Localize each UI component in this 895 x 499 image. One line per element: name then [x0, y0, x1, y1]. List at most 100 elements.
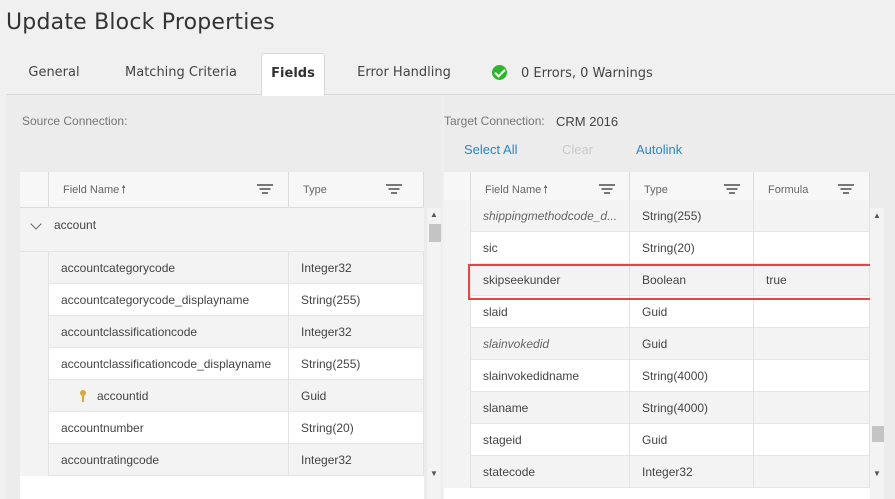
formula-cell[interactable]	[754, 424, 870, 456]
sort-arrow-icon[interactable]: 🠕	[543, 184, 548, 196]
field-type-cell: Integer32	[630, 456, 754, 488]
field-name-cell: accountcategorycode_displayname	[49, 284, 289, 316]
source-scrollbar[interactable]: ▲ ▼	[427, 208, 441, 499]
source-field-row[interactable]: accountclassificationcode_displayname Str…	[20, 348, 424, 380]
target-field-row[interactable]: stageid Guid	[444, 424, 870, 456]
source-field-row[interactable]: accountcategorycode_displayname String(25…	[20, 284, 424, 316]
field-name-cell: accountclassificationcode	[49, 316, 289, 348]
field-type-cell: String(255)	[289, 348, 424, 380]
autolink-link[interactable]: Autolink	[636, 142, 682, 157]
select-all-link[interactable]: Select All	[464, 142, 517, 157]
tab-general[interactable]: General	[6, 53, 102, 95]
formula-cell[interactable]	[754, 232, 870, 264]
formula-cell[interactable]	[754, 392, 870, 424]
formula-cell[interactable]	[754, 360, 870, 392]
field-type-cell: String(20)	[289, 412, 424, 444]
clear-link[interactable]: Clear	[562, 142, 593, 157]
group-row-account[interactable]: account	[20, 208, 424, 252]
row-gutter	[20, 412, 49, 444]
field-type-cell: String(255)	[289, 284, 424, 316]
source-connection-label: Source Connection:	[22, 114, 128, 128]
scroll-thumb[interactable]	[872, 426, 884, 442]
check-circle-icon	[492, 65, 507, 80]
source-field-row[interactable]: accountnumber String(20)	[20, 412, 424, 444]
source-field-row[interactable]: accountclassificationcode Integer32	[20, 316, 424, 348]
filter-icon[interactable]	[257, 184, 273, 195]
filter-icon[interactable]	[386, 184, 402, 195]
target-header-field-name-label: Field Name	[485, 184, 542, 196]
row-gutter	[444, 392, 471, 424]
formula-cell[interactable]	[754, 296, 870, 328]
filter-icon[interactable]	[599, 184, 615, 195]
scroll-up-arrow-icon[interactable]: ▲	[427, 210, 441, 220]
field-type-cell: String(4000)	[630, 392, 754, 424]
sort-arrow-icon[interactable]: 🠕	[121, 184, 126, 196]
scroll-thumb[interactable]	[429, 224, 441, 242]
row-gutter	[444, 264, 471, 296]
target-fields-grid: Field Name 🠕 Type Formula shippingmethodc…	[444, 172, 870, 499]
row-gutter	[444, 360, 471, 392]
field-name-text: accountclassificationcode_displayname	[61, 357, 272, 371]
scroll-up-arrow-icon[interactable]: ▲	[870, 211, 884, 221]
filter-icon[interactable]	[838, 184, 854, 195]
target-panel: Target Connection: CRM 2016 Select All C…	[444, 96, 895, 499]
source-header-field-name[interactable]: Field Name 🠕	[49, 172, 289, 208]
row-gutter	[444, 200, 471, 232]
field-type-cell: Guid	[630, 424, 754, 456]
chevron-down-icon[interactable]	[30, 218, 42, 230]
field-type-cell: Integer32	[289, 316, 424, 348]
scroll-down-arrow-icon[interactable]: ▼	[870, 469, 884, 479]
target-scrollbar[interactable]: ▲ ▼	[870, 208, 884, 499]
field-name-cell: accountnumber	[49, 412, 289, 444]
scroll-down-arrow-icon[interactable]: ▼	[427, 469, 441, 479]
target-field-row[interactable]: shippingmethodcode_d... String(255)	[444, 200, 870, 232]
target-field-row[interactable]: slaid Guid	[444, 296, 870, 328]
target-field-row[interactable]: statecode Integer32	[444, 456, 870, 488]
field-name-text: accountid	[97, 389, 149, 403]
source-fields-grid: Field Name 🠕 Type account accountcategory…	[20, 172, 424, 499]
formula-cell[interactable]	[754, 328, 870, 360]
field-type-cell: Boolean	[630, 264, 754, 296]
tab-error-handling[interactable]: Error Handling	[346, 53, 462, 95]
field-name-cell: slaname	[471, 392, 630, 424]
formula-cell[interactable]	[754, 456, 870, 488]
field-type-cell: Guid	[289, 380, 424, 412]
row-gutter	[20, 444, 49, 476]
row-gutter	[20, 348, 49, 380]
row-gutter	[444, 232, 471, 264]
target-field-row[interactable]: slaname String(4000)	[444, 392, 870, 424]
filter-icon[interactable]	[724, 184, 740, 195]
field-name-cell: stageid	[471, 424, 630, 456]
target-field-row[interactable]: skipseekunder Boolean true	[444, 264, 870, 296]
formula-cell[interactable]	[754, 200, 870, 232]
target-field-row[interactable]: sic String(20)	[444, 232, 870, 264]
tab-matching-criteria[interactable]: Matching Criteria	[108, 53, 254, 95]
source-field-row[interactable]: accountcategorycode Integer32	[20, 252, 424, 284]
field-name-text: accountclassificationcode	[61, 325, 198, 339]
validation-status: 0 Errors, 0 Warnings	[492, 65, 653, 81]
field-name-text: accountratingcode	[61, 453, 160, 467]
field-name-text: accountcategorycode	[61, 261, 176, 275]
source-panel: Source Connection: Field Name 🠕 Type acco…	[6, 96, 442, 499]
field-name-cell: sic	[471, 232, 630, 264]
row-gutter	[444, 328, 471, 360]
field-name-cell: slaid	[471, 296, 630, 328]
field-name-cell: statecode	[471, 456, 630, 488]
tab-fields[interactable]: Fields	[261, 53, 325, 96]
target-field-row[interactable]: slainvokedid Guid	[444, 328, 870, 360]
source-header-type[interactable]: Type	[289, 172, 424, 208]
row-gutter	[444, 296, 471, 328]
row-gutter	[20, 284, 49, 316]
field-type-cell: String(255)	[630, 200, 754, 232]
source-field-row[interactable]: accountid Guid	[20, 380, 424, 412]
formula-cell[interactable]: true	[754, 264, 870, 296]
validation-status-text: 0 Errors, 0 Warnings	[521, 66, 653, 81]
source-field-row[interactable]: accountratingcode Integer32	[20, 444, 424, 476]
field-name-cell: accountclassificationcode_displayname	[49, 348, 289, 380]
source-header-field-name-label: Field Name	[63, 184, 120, 196]
target-connection-label: Target Connection:	[444, 114, 545, 128]
field-name-cell: skipseekunder	[471, 264, 630, 296]
field-type-cell: Guid	[630, 328, 754, 360]
row-gutter	[20, 252, 49, 284]
target-field-row[interactable]: slainvokedidname String(4000)	[444, 360, 870, 392]
